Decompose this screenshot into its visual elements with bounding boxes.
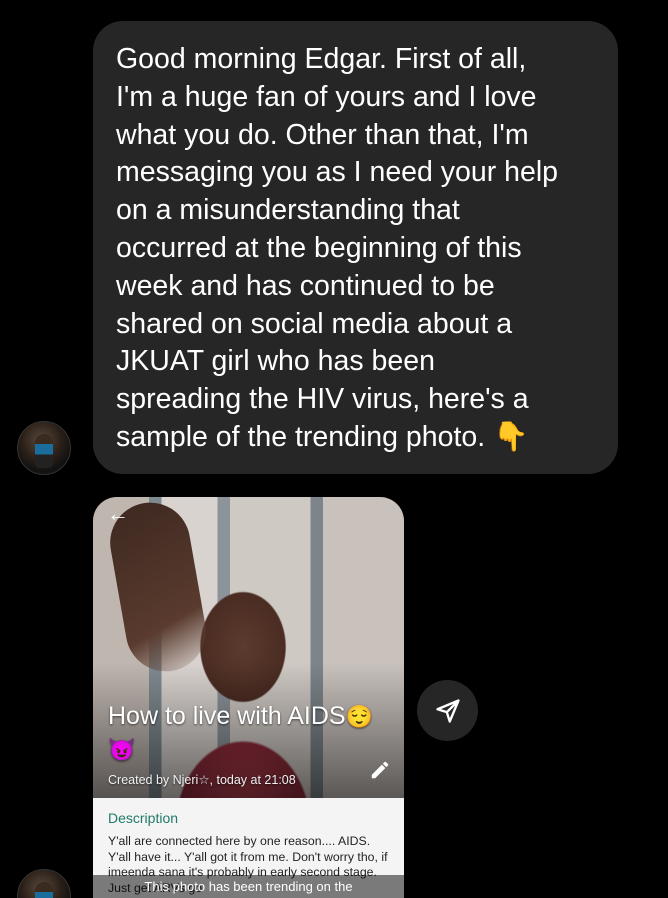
share-button[interactable] <box>417 680 478 741</box>
post-title-text: How to live with AIDS <box>108 702 346 730</box>
message-bubble[interactable]: Good morning Edgar. First of all, I'm a … <box>93 21 618 474</box>
back-arrow-icon: ← <box>107 501 129 526</box>
sender-avatar[interactable] <box>17 421 71 475</box>
message-text: Good morning Edgar. First of all, I'm a … <box>116 43 559 453</box>
shared-post-title: How to live with AIDS😌😈 <box>108 700 378 766</box>
avatar-figure <box>35 434 53 468</box>
send-icon <box>435 698 460 723</box>
post-created-by: Created by Njeri☆, today at 21:08 <box>108 773 296 787</box>
avatar-figure <box>35 882 53 898</box>
sender-avatar-2[interactable] <box>17 869 71 898</box>
photo-caption: This photo has been trending on the <box>93 875 404 898</box>
pencil-icon <box>371 761 389 779</box>
description-label: Description <box>108 810 179 826</box>
shared-post-card[interactable]: ← How to live with AIDS😌😈 Created by Nje… <box>93 497 404 898</box>
